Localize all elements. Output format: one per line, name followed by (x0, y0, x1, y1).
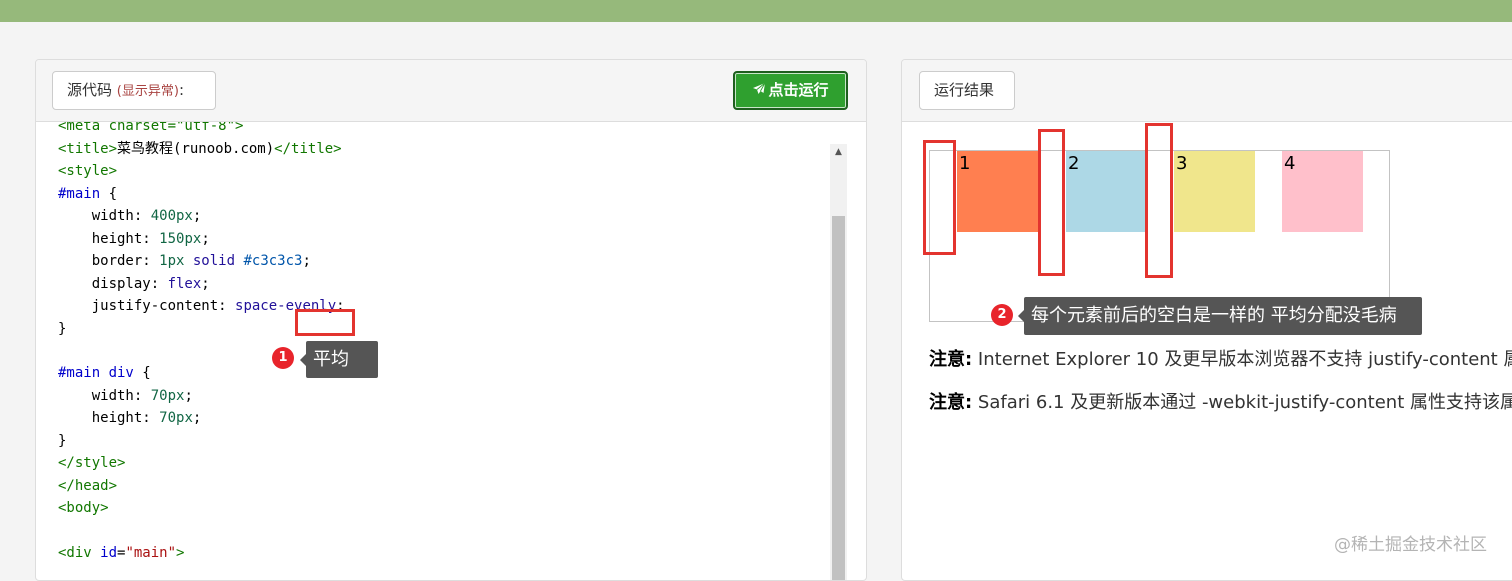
code-line: } (58, 321, 67, 337)
flex-item-2: 2 (1066, 151, 1147, 232)
annotation-tooltip-2: 每个元素前后的空白是一样的 平均分配没毛病 (1018, 297, 1422, 335)
source-label: 源代码 (67, 81, 117, 99)
code-scrollbar[interactable]: ▲ (830, 144, 847, 580)
flex-item-1: 1 (957, 151, 1038, 232)
code-line: <body> (58, 500, 109, 516)
code-line: #main { (58, 186, 118, 202)
source-warning-label: (显示异常) (116, 84, 179, 99)
code-line: <div id="main"> (58, 545, 185, 561)
run-button-label: 点击运行 (768, 81, 829, 99)
highlight-gap-box (923, 140, 956, 255)
code-editor[interactable]: <meta charset="utf-8"> <title>菜鸟教程(runoo… (36, 122, 829, 580)
compat-note-ie: 注意: Internet Explorer 10 及更早版本浏览器不支持 jus… (929, 349, 1512, 370)
top-color-bar (0, 0, 1512, 22)
source-code-button[interactable]: 源代码 (显示异常): (52, 71, 216, 110)
code-line: <meta charset="utf-8"> (58, 122, 244, 134)
code-line: width: 400px; (58, 208, 202, 224)
result-label: 运行结果 (934, 81, 995, 99)
run-button[interactable]: 点击运行 (733, 71, 848, 110)
source-code-panel: 源代码 (显示异常): 点击运行 <meta charset="utf-8"> … (35, 59, 867, 581)
compat-note-safari: 注意: Safari 6.1 及更新版本通过 -webkit-justify-c… (929, 392, 1512, 413)
scroll-thumb[interactable] (832, 216, 845, 580)
code-line: } (58, 433, 67, 449)
code-line: height: 150px; (58, 231, 210, 247)
scroll-up-arrow-icon[interactable]: ▲ (830, 144, 847, 161)
annotation-tooltip-1: 平均 (300, 341, 378, 378)
result-panel-header: 运行结果 (902, 60, 1512, 122)
code-line: #main div { (58, 365, 151, 381)
code-line: </style> (58, 455, 126, 471)
flex-item-3: 3 (1174, 151, 1255, 232)
highlight-evenly-box (295, 309, 355, 336)
code-line: <style> (58, 163, 118, 179)
code-line: <title>菜鸟教程(runoob.com)</title> (58, 141, 342, 157)
code-line: display: flex; (58, 276, 210, 292)
code-line: border: 1px solid #c3c3c3; (58, 253, 311, 269)
annotation-badge-2: 2 (991, 304, 1013, 326)
source-label-suffix: : (178, 81, 184, 99)
watermark: @稀土掘金技术社区 (1334, 535, 1487, 555)
code-line: </head> (58, 478, 118, 494)
highlight-gap-box (1145, 123, 1173, 278)
source-panel-header: 源代码 (显示异常): 点击运行 (36, 60, 866, 122)
highlight-gap-box (1038, 129, 1065, 276)
code-line: width: 70px; (58, 388, 193, 404)
result-button[interactable]: 运行结果 (919, 71, 1015, 110)
code-line: height: 70px; (58, 410, 202, 426)
paper-plane-icon (753, 82, 766, 94)
annotation-badge-1: 1 (272, 347, 294, 369)
flex-item-4: 4 (1282, 151, 1363, 232)
